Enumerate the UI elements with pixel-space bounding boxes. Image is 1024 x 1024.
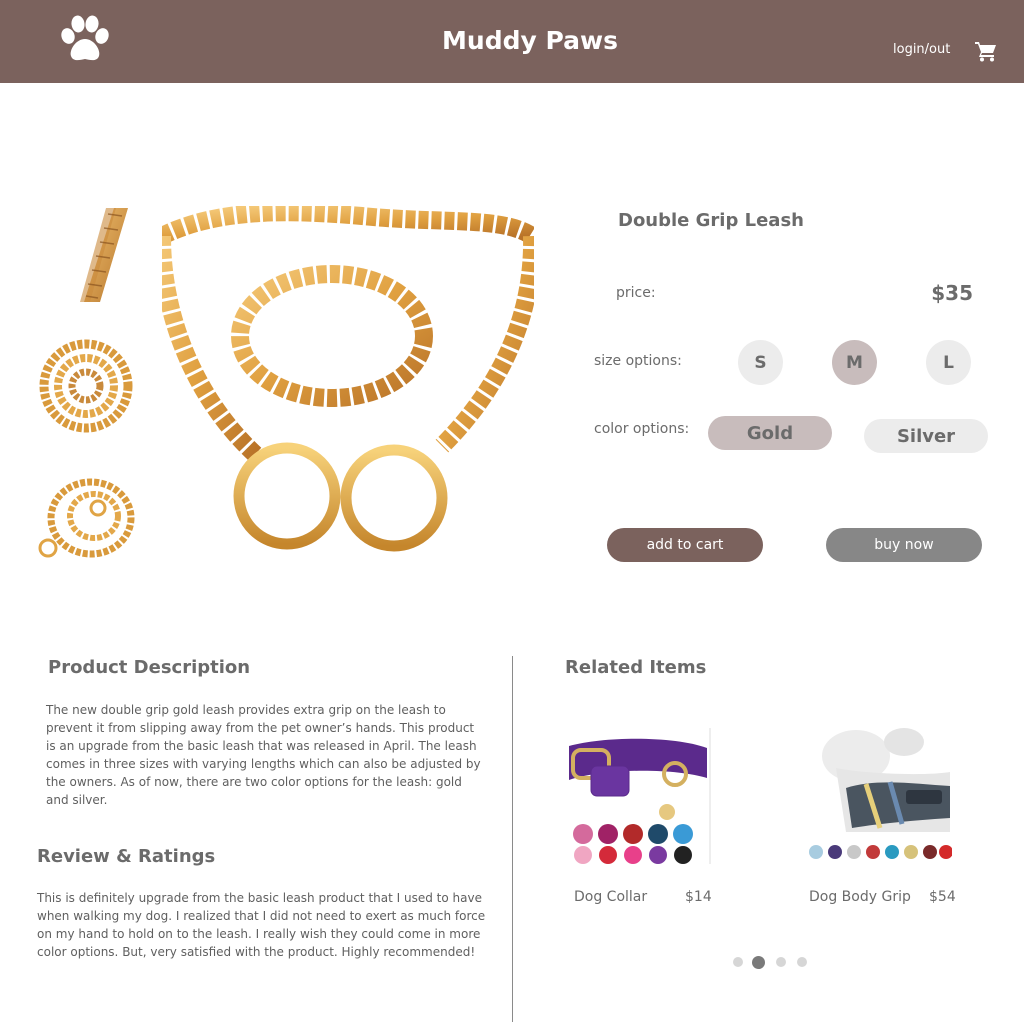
brand-title: Muddy Paws bbox=[442, 26, 618, 55]
price-value: $35 bbox=[931, 281, 973, 305]
add-to-cart-button[interactable]: add to cart bbox=[607, 528, 763, 562]
related-item-price: $54 bbox=[929, 889, 956, 905]
carousel-dot-4[interactable] bbox=[797, 957, 807, 967]
related-items-heading: Related Items bbox=[565, 657, 707, 678]
carousel-dot-1[interactable] bbox=[733, 957, 743, 967]
color-options-label: color options: bbox=[594, 421, 690, 437]
product-thumbnail-chain-closeup[interactable] bbox=[36, 208, 136, 304]
color-option-silver[interactable]: Silver bbox=[864, 419, 988, 453]
related-item-dog-body-grip-image[interactable] bbox=[806, 728, 953, 864]
carousel-dot-2-active[interactable] bbox=[752, 956, 765, 969]
top-nav-bar: Muddy Paws login/out bbox=[0, 0, 1024, 83]
product-title: Double Grip Leash bbox=[618, 210, 804, 231]
shopping-cart-icon[interactable] bbox=[974, 40, 998, 62]
related-item-name[interactable]: Dog Body Grip bbox=[809, 889, 911, 905]
review-text: This is definitely upgrade from the basi… bbox=[37, 891, 486, 959]
size-options-label: size options: bbox=[594, 353, 682, 369]
product-description-text: The new double grip gold leash provides … bbox=[46, 703, 481, 807]
size-option-l[interactable]: L bbox=[926, 340, 971, 385]
product-main-image bbox=[153, 203, 542, 562]
size-option-s[interactable]: S bbox=[738, 340, 783, 385]
product-thumbnail-coiled-chain[interactable] bbox=[36, 338, 136, 434]
product-description-heading: Product Description bbox=[48, 657, 251, 678]
color-option-gold[interactable]: Gold bbox=[708, 416, 832, 450]
price-label: price: bbox=[616, 285, 656, 301]
buy-now-button[interactable]: buy now bbox=[826, 528, 982, 562]
product-thumbnail-chain-with-ring[interactable] bbox=[36, 468, 136, 564]
related-item-dog-collar-image[interactable] bbox=[565, 728, 711, 864]
related-item-price: $14 bbox=[685, 889, 712, 905]
section-divider bbox=[512, 656, 513, 1022]
review-ratings-heading: Review & Ratings bbox=[37, 846, 216, 867]
login-logout-link[interactable]: login/out bbox=[893, 42, 950, 57]
carousel-dot-3[interactable] bbox=[776, 957, 786, 967]
related-item-name[interactable]: Dog Collar bbox=[574, 889, 647, 905]
size-option-m[interactable]: M bbox=[832, 340, 877, 385]
